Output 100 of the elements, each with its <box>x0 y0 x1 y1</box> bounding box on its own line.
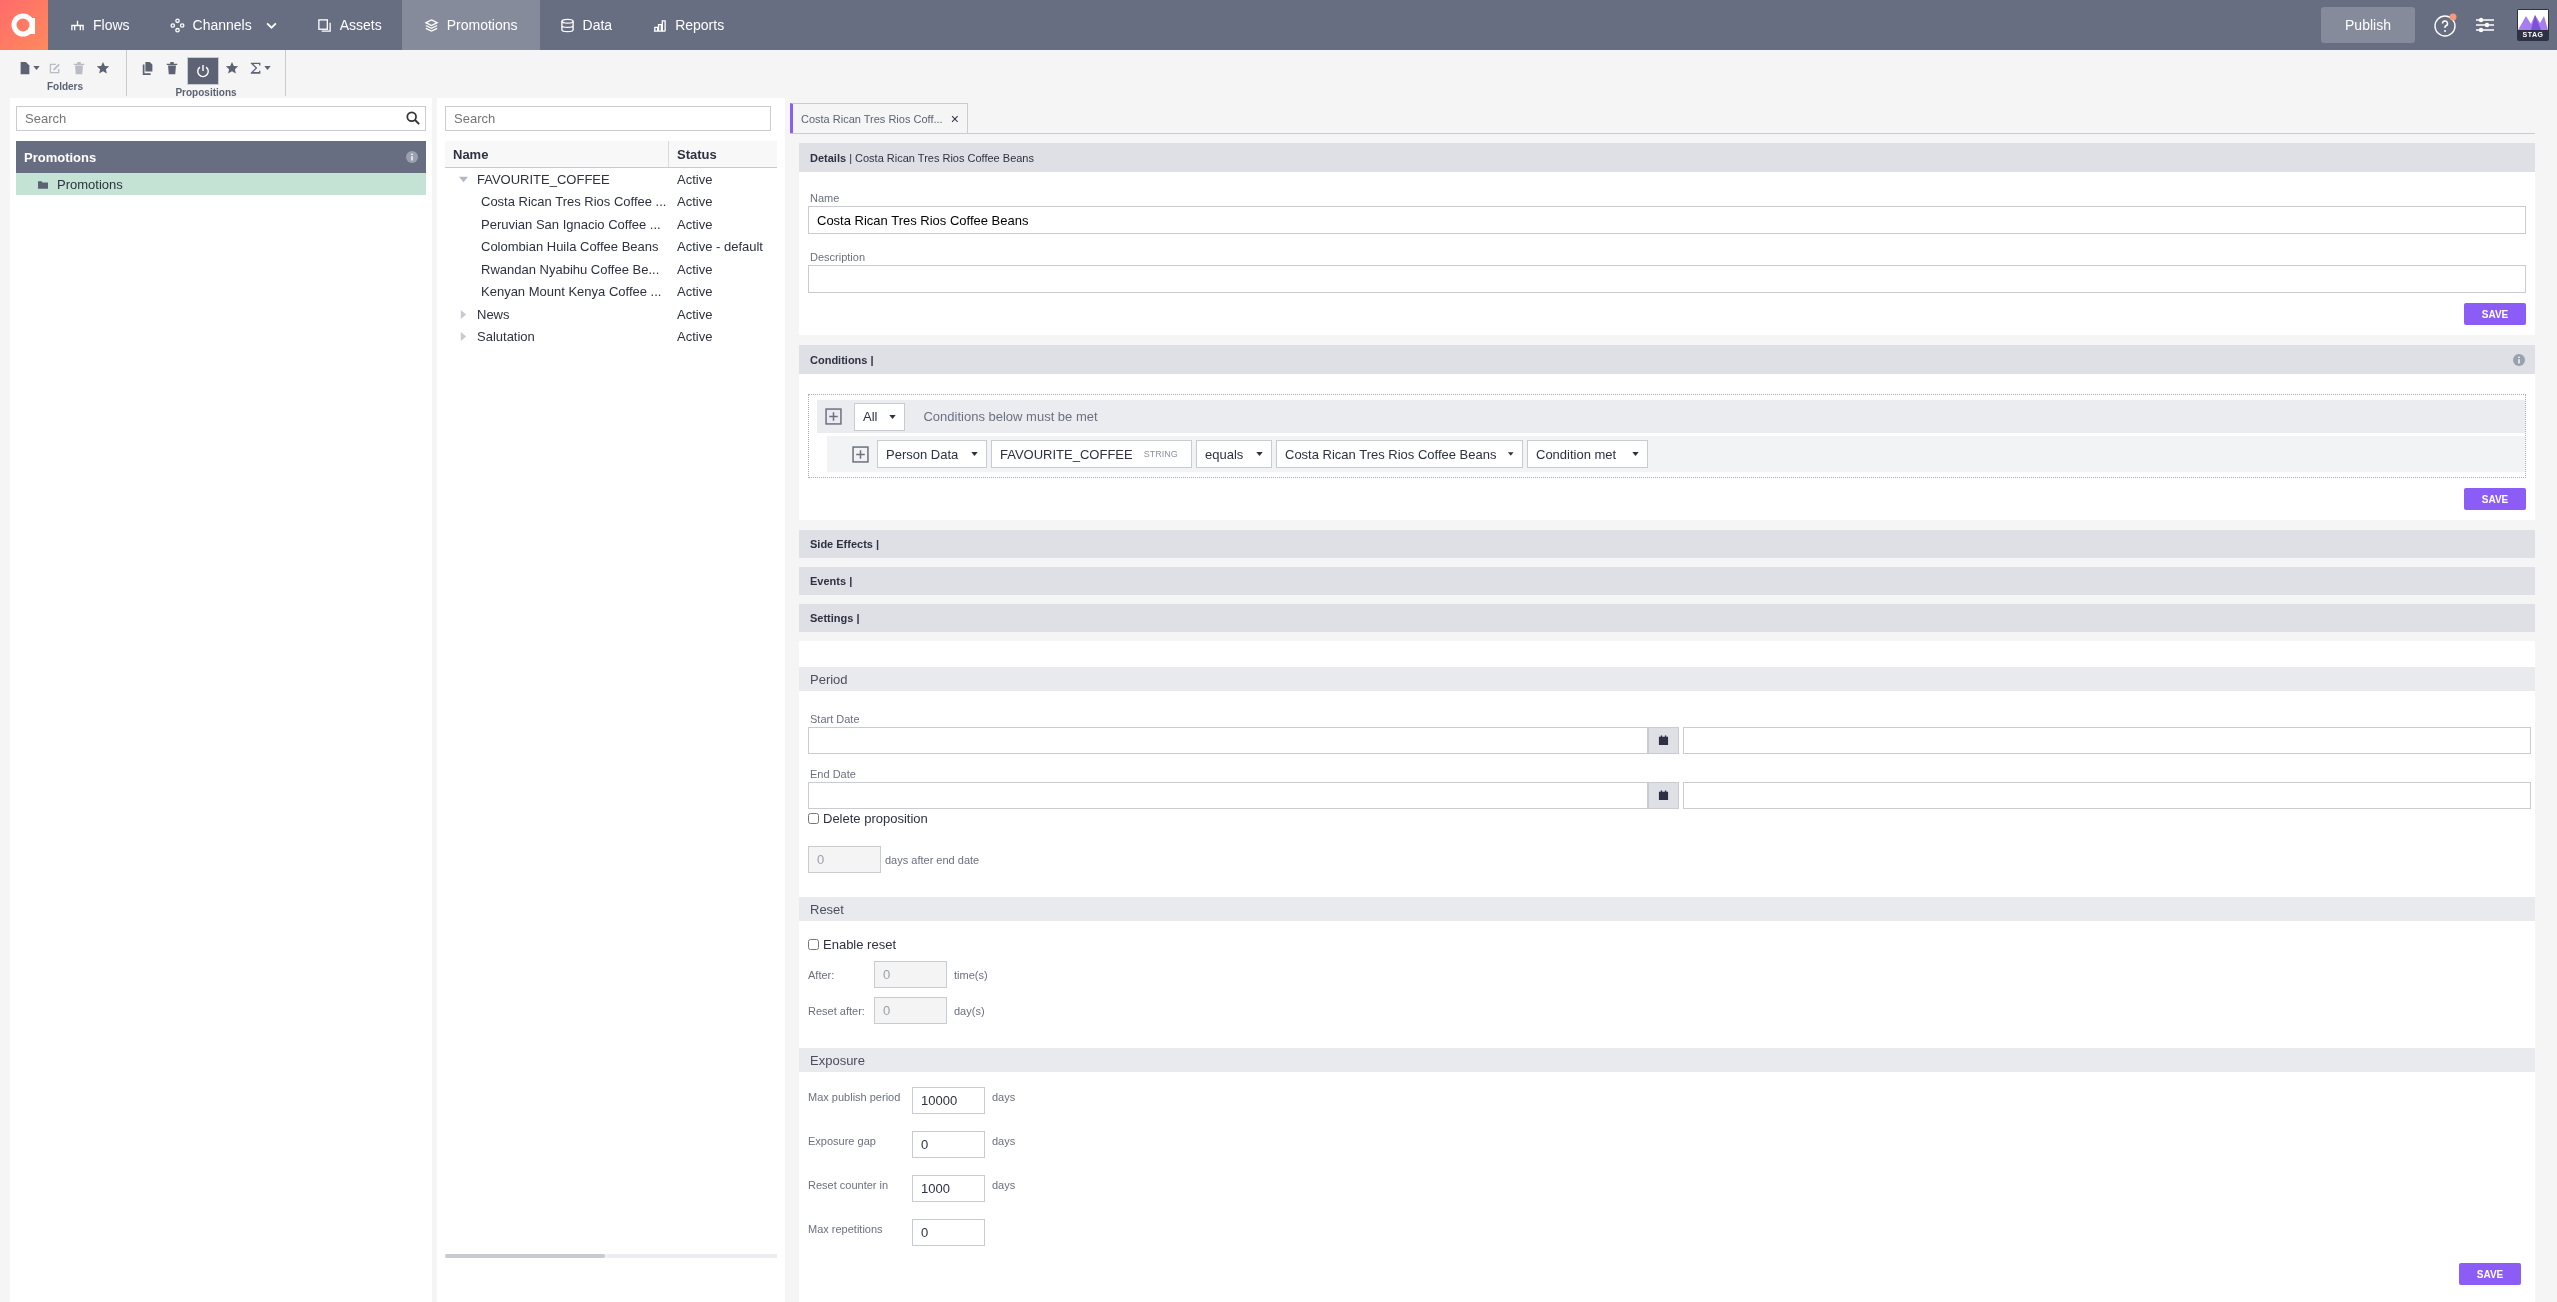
number-field[interactable]: 0 <box>912 1131 985 1158</box>
calendar-button[interactable] <box>1648 727 1679 754</box>
field-label: Max repetitions <box>808 1222 884 1235</box>
caret-icon <box>1508 452 1514 456</box>
power-button[interactable] <box>187 57 219 85</box>
operator-dropdown[interactable]: All <box>854 402 906 431</box>
pencil-icon <box>48 61 62 75</box>
tree-item[interactable]: Rwandan Nyabihu Coffee Be... <box>445 261 669 277</box>
close-button[interactable]: × <box>950 110 959 127</box>
nodes-icon <box>169 17 185 33</box>
status-text: Active <box>676 306 713 322</box>
toolbar-group-label: Propositions <box>175 87 237 98</box>
unit-label: days after end date <box>885 853 980 866</box>
bar-chart-icon <box>652 17 668 33</box>
field-label: After: <box>808 968 836 981</box>
folder-icon <box>38 179 48 189</box>
search-icon <box>406 111 420 125</box>
section-header[interactable]: Settings | <box>799 604 2535 632</box>
copy-icon <box>141 61 155 75</box>
save-button[interactable]: SAVE <box>2464 303 2526 325</box>
field-label: Max publish period <box>808 1090 902 1103</box>
time-field[interactable] <box>1683 727 2531 754</box>
tree-item[interactable]: Peruvian San Ignacio Coffee ... <box>445 216 669 232</box>
unit-label: day(s) <box>954 1004 985 1017</box>
status-text: Active <box>676 329 713 345</box>
status-text: Active <box>676 216 713 232</box>
checkbox[interactable] <box>808 939 819 950</box>
section-title: Conditions | <box>810 353 874 366</box>
layers-icon <box>423 17 439 33</box>
time-field[interactable] <box>1683 782 2531 809</box>
calendar-icon <box>1658 735 1669 746</box>
file-icon <box>18 61 32 75</box>
tree-item[interactable]: Salutation <box>477 329 535 345</box>
number-field[interactable]: 10000 <box>912 1087 985 1114</box>
help-icon[interactable] <box>2433 12 2459 38</box>
date-field[interactable] <box>808 727 1648 754</box>
number-field[interactable]: 1000 <box>912 1175 985 1202</box>
unit-label: days <box>992 1090 1016 1103</box>
add-icon[interactable] <box>852 445 869 463</box>
tree-item[interactable]: Kenyan Mount Kenya Coffee ... <box>445 284 669 300</box>
field-label: Description <box>810 251 867 263</box>
scrollbar[interactable] <box>445 1254 777 1258</box>
number-field[interactable]: 0 <box>912 1219 985 1246</box>
calendar-button[interactable] <box>1648 782 1679 809</box>
source-dropdown[interactable]: Person Data <box>877 440 987 468</box>
logo-icon[interactable] <box>0 0 48 50</box>
section-header[interactable]: Details | Costa Rican Tres Rios Coffee Beans <box>799 143 2535 172</box>
field-dropdown[interactable]: FAVOURITE_COFFEE STRING <box>991 440 1192 468</box>
result-dropdown[interactable]: Condition met <box>1527 440 1648 468</box>
save-button[interactable]: SAVE <box>2464 488 2526 510</box>
column-header[interactable]: Name <box>445 141 669 167</box>
tree-item[interactable]: Colombian Huila Coffee Beans <box>445 239 669 255</box>
folder-item[interactable]: Promotions <box>16 173 426 195</box>
name-field[interactable]: Costa Rican Tres Rios Coffee Beans <box>808 206 2526 234</box>
field-label: Reset counter in <box>808 1178 890 1191</box>
value-dropdown[interactable]: Costa Rican Tres Rios Coffee Beans <box>1276 440 1523 468</box>
nav-tab[interactable]: Channels <box>149 0 297 50</box>
search-field[interactable]: Search <box>16 106 426 131</box>
section-header[interactable]: Conditions | <box>799 345 2535 374</box>
database-icon <box>559 17 575 33</box>
status-text: Active <box>676 171 713 187</box>
stack-icon <box>316 17 332 33</box>
unit-label: time(s) <box>954 968 988 981</box>
field-label: Name <box>810 192 841 204</box>
trash-icon <box>72 61 86 75</box>
section-header[interactable]: Side Effects | <box>799 530 2535 558</box>
caret-icon <box>1632 452 1639 456</box>
add-icon[interactable] <box>825 408 842 425</box>
editor-tab[interactable]: Costa Rican Tres Rios Coff... × <box>790 103 968 133</box>
date-field[interactable] <box>808 782 1648 809</box>
nav-tab[interactable]: Reports <box>632 0 745 50</box>
status-text: Active - default <box>676 239 763 255</box>
operator-dropdown[interactable]: equals <box>1196 440 1272 468</box>
column-header[interactable]: Status <box>669 146 717 162</box>
tree-item[interactable]: FAVOURITE_COFFEE <box>477 171 610 187</box>
power-icon <box>196 64 210 78</box>
description-field[interactable] <box>808 265 2526 293</box>
search-field[interactable]: Search <box>445 106 771 131</box>
tree-item[interactable]: Costa Rican Tres Rios Coffee ... <box>445 194 669 210</box>
nav-tab[interactable]: Assets <box>296 0 402 50</box>
nav-tab[interactable]: Data <box>539 0 633 50</box>
save-button[interactable]: SAVE <box>2459 1263 2521 1285</box>
chevron-down-icon <box>265 21 277 29</box>
field-label: Reset after: <box>808 1004 866 1017</box>
toolbar-group-label: Folders <box>46 81 84 92</box>
checkbox[interactable] <box>808 813 819 824</box>
caret-icon <box>971 452 978 456</box>
star-icon <box>225 61 239 75</box>
nav-tab[interactable]: Flows <box>48 0 150 50</box>
section-header: Reset <box>799 897 2535 921</box>
settings-icon[interactable] <box>2475 17 2495 33</box>
unit-label: days <box>992 1178 1016 1191</box>
info-icon[interactable] <box>406 151 418 163</box>
sigma-icon <box>249 61 263 75</box>
section-header[interactable]: Events | <box>799 567 2535 595</box>
caret-icon <box>889 414 897 419</box>
caret-icon <box>33 66 40 70</box>
tree-item[interactable]: News <box>477 306 510 322</box>
star-icon <box>96 61 110 75</box>
condition-text: Conditions below must be met <box>923 409 1098 424</box>
